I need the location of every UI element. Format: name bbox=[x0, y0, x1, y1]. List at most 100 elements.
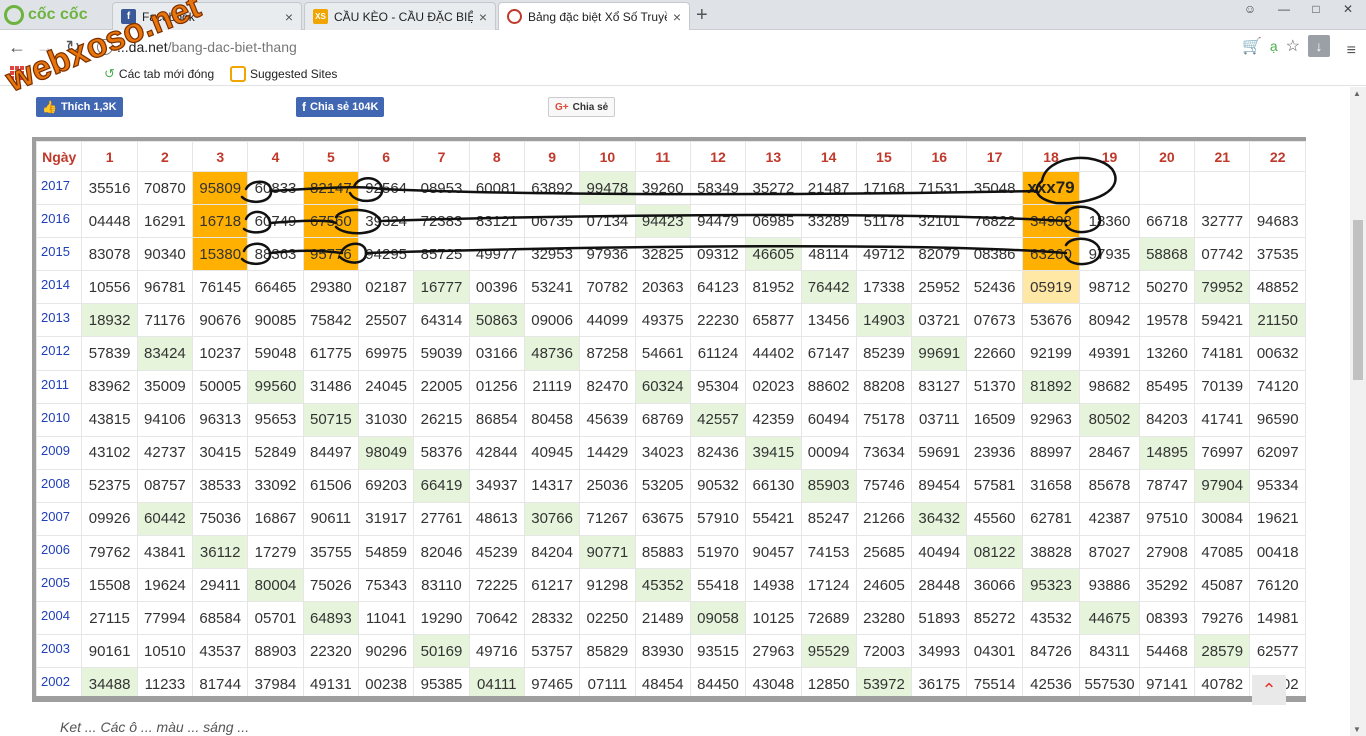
prize-cell: 00418 bbox=[1249, 535, 1306, 570]
column-header-day: 8 bbox=[468, 141, 525, 172]
prize-cell: 11233 bbox=[136, 667, 194, 696]
address-bar[interactable]: i ...da.net /bang-dac-biet-thang bbox=[92, 35, 1328, 59]
prize-cell: 03166 bbox=[468, 336, 525, 371]
cart-icon[interactable]: 🛒 bbox=[1242, 36, 1262, 56]
like-label: Thích 1,3K bbox=[60, 101, 117, 113]
table-row: 2007 09926 60442 75036 16867 90611 31917 27761 4… bbox=[36, 501, 1306, 537]
close-window-icon[interactable]: ✕ bbox=[1330, 0, 1366, 18]
year-link[interactable]: 2006 bbox=[36, 535, 83, 570]
tab-bang-dac-biet[interactable]: Bảng đặc biệt Xổ Số Truyề × bbox=[498, 2, 690, 30]
prize-cell: 58868 bbox=[1138, 237, 1196, 272]
prize-cell: 95304 bbox=[689, 369, 747, 404]
prize-cell: 50270 bbox=[1138, 270, 1196, 305]
prize-cell: 70870 bbox=[136, 170, 194, 206]
prize-cell: 59048 bbox=[247, 336, 304, 371]
year-link[interactable]: 2017 bbox=[36, 170, 83, 206]
prize-cell: 32777 bbox=[1194, 204, 1251, 239]
back-arrow-icon[interactable]: ← bbox=[6, 36, 28, 58]
tab-facebook[interactable]: f Facebook × bbox=[112, 2, 302, 30]
prize-cell: 75036 bbox=[192, 501, 249, 537]
tab-title: CẦU KÈO - CẦU ĐẶC BIỆT bbox=[334, 9, 473, 24]
prize-cell: 94423 bbox=[634, 204, 691, 239]
back-to-top-button[interactable]: ⌃ bbox=[1252, 675, 1286, 705]
scroll-up-icon[interactable]: ▲ bbox=[1353, 89, 1361, 98]
column-header-day: 18 bbox=[1021, 141, 1081, 172]
site-info-icon[interactable]: i bbox=[97, 39, 113, 55]
tab-close-icon[interactable]: × bbox=[479, 9, 487, 25]
header-corner-label: Ngày bbox=[36, 141, 83, 172]
minimize-icon[interactable]: — bbox=[1266, 0, 1302, 18]
prize-cell: 00094 bbox=[800, 435, 857, 470]
year-link[interactable]: 2009 bbox=[36, 435, 83, 470]
year-link[interactable]: 2016 bbox=[36, 204, 83, 239]
prize-cell: 98712 bbox=[1079, 270, 1140, 305]
prize-cell: 27963 bbox=[745, 634, 802, 669]
maximize-icon[interactable]: □ bbox=[1298, 0, 1334, 18]
profile-icon[interactable]: ☺ bbox=[1232, 0, 1268, 18]
bookmark-recent-tabs[interactable]: ↺ Các tab mới đóng bbox=[104, 66, 214, 82]
tab-cau-keo[interactable]: XS CẦU KÈO - CẦU ĐẶC BIỆT × bbox=[304, 2, 496, 30]
facebook-like-button[interactable]: 👍 Thích 1,3K bbox=[36, 97, 123, 117]
facebook-share-button[interactable]: f Chia sẻ 104K bbox=[296, 97, 385, 117]
year-link[interactable]: 2015 bbox=[36, 237, 83, 272]
download-icon[interactable]: ↓ bbox=[1308, 35, 1330, 57]
browser-brand[interactable]: cốc cốc bbox=[4, 4, 88, 26]
scroll-down-icon[interactable]: ▼ bbox=[1353, 725, 1361, 734]
column-header-day: 7 bbox=[413, 141, 470, 172]
prize-cell: 09312 bbox=[689, 237, 747, 272]
year-link[interactable]: 2012 bbox=[36, 336, 83, 371]
table-row: 2011 83962 35009 50005 99560 31486 24045 22005 0… bbox=[36, 369, 1306, 404]
table-row: 2012 57839 83424 10237 59048 61775 69975 59039 0… bbox=[36, 336, 1306, 371]
prize-cell: 32825 bbox=[634, 237, 691, 272]
prize-cell: 04111 bbox=[468, 667, 525, 696]
prize-cell: 60081 bbox=[468, 170, 525, 206]
apps-icon[interactable] bbox=[10, 66, 24, 80]
year-link[interactable]: 2007 bbox=[36, 501, 83, 537]
prize-cell: 87027 bbox=[1079, 535, 1140, 570]
bookmark-suggested-sites[interactable]: Suggested Sites bbox=[230, 66, 337, 82]
year-link[interactable]: 2013 bbox=[36, 303, 83, 338]
year-link[interactable]: 2004 bbox=[36, 601, 83, 636]
prize-cell: 02250 bbox=[579, 601, 636, 636]
table-header-row: Ngày 1 2 3 4 5 6 7 8 9 10 11 12 13 14 15 16 17 18 19 20 21 22 bbox=[36, 141, 1306, 172]
scroll-thumb[interactable] bbox=[1353, 220, 1363, 380]
reload-icon[interactable]: ↻ bbox=[62, 36, 84, 58]
prize-cell: 83930 bbox=[634, 634, 691, 669]
star-bookmark-icon[interactable]: ☆ bbox=[1286, 36, 1300, 56]
menu-icon[interactable]: ≡ bbox=[1347, 42, 1356, 60]
prize-cell: 40945 bbox=[523, 435, 581, 470]
prize-cell: 557530 bbox=[1079, 667, 1140, 696]
prize-cell: 42359 bbox=[745, 402, 802, 437]
prize-cell: 63260 bbox=[1021, 237, 1081, 272]
tab-close-icon[interactable]: × bbox=[673, 9, 681, 25]
forward-arrow-icon[interactable]: → bbox=[34, 36, 56, 58]
year-link[interactable]: 2011 bbox=[36, 369, 83, 404]
prize-cell: 81892 bbox=[1021, 369, 1081, 404]
prize-cell: 80458 bbox=[523, 402, 581, 437]
year-link[interactable]: 2003 bbox=[36, 634, 83, 669]
prize-cell: 32953 bbox=[523, 237, 581, 272]
translate-icon[interactable]: ạ bbox=[1270, 38, 1278, 54]
year-link[interactable]: 2008 bbox=[36, 468, 83, 503]
prize-cell: 27908 bbox=[1138, 535, 1196, 570]
year-link[interactable]: 2002 bbox=[36, 667, 83, 696]
prize-cell: 45352 bbox=[634, 568, 691, 603]
new-tab-plus-icon[interactable]: + bbox=[696, 4, 708, 27]
page-scrollbar[interactable]: ▲ ▼ bbox=[1350, 87, 1366, 736]
google-plus-share-button[interactable]: G+ Chia sẻ bbox=[548, 97, 616, 117]
year-link[interactable]: 2010 bbox=[36, 402, 83, 437]
prize-cell: 90161 bbox=[81, 634, 138, 669]
prize-cell: 57839 bbox=[81, 336, 138, 371]
tab-close-icon[interactable]: × bbox=[285, 9, 293, 25]
prize-cell: 39324 bbox=[357, 204, 415, 239]
prize-cell: 70139 bbox=[1194, 369, 1251, 404]
year-link[interactable]: 2005 bbox=[36, 568, 83, 603]
prize-cell: 69203 bbox=[357, 468, 415, 503]
prize-cell: 74153 bbox=[800, 535, 857, 570]
prize-cell: 08953 bbox=[413, 170, 470, 206]
table-horizontal-scrollbar[interactable] bbox=[32, 698, 1306, 702]
year-link[interactable]: 2014 bbox=[36, 270, 83, 305]
prize-cell: 60494 bbox=[800, 402, 857, 437]
prize-cell: 92199 bbox=[1021, 336, 1081, 371]
prize-cell: 27761 bbox=[413, 501, 470, 537]
